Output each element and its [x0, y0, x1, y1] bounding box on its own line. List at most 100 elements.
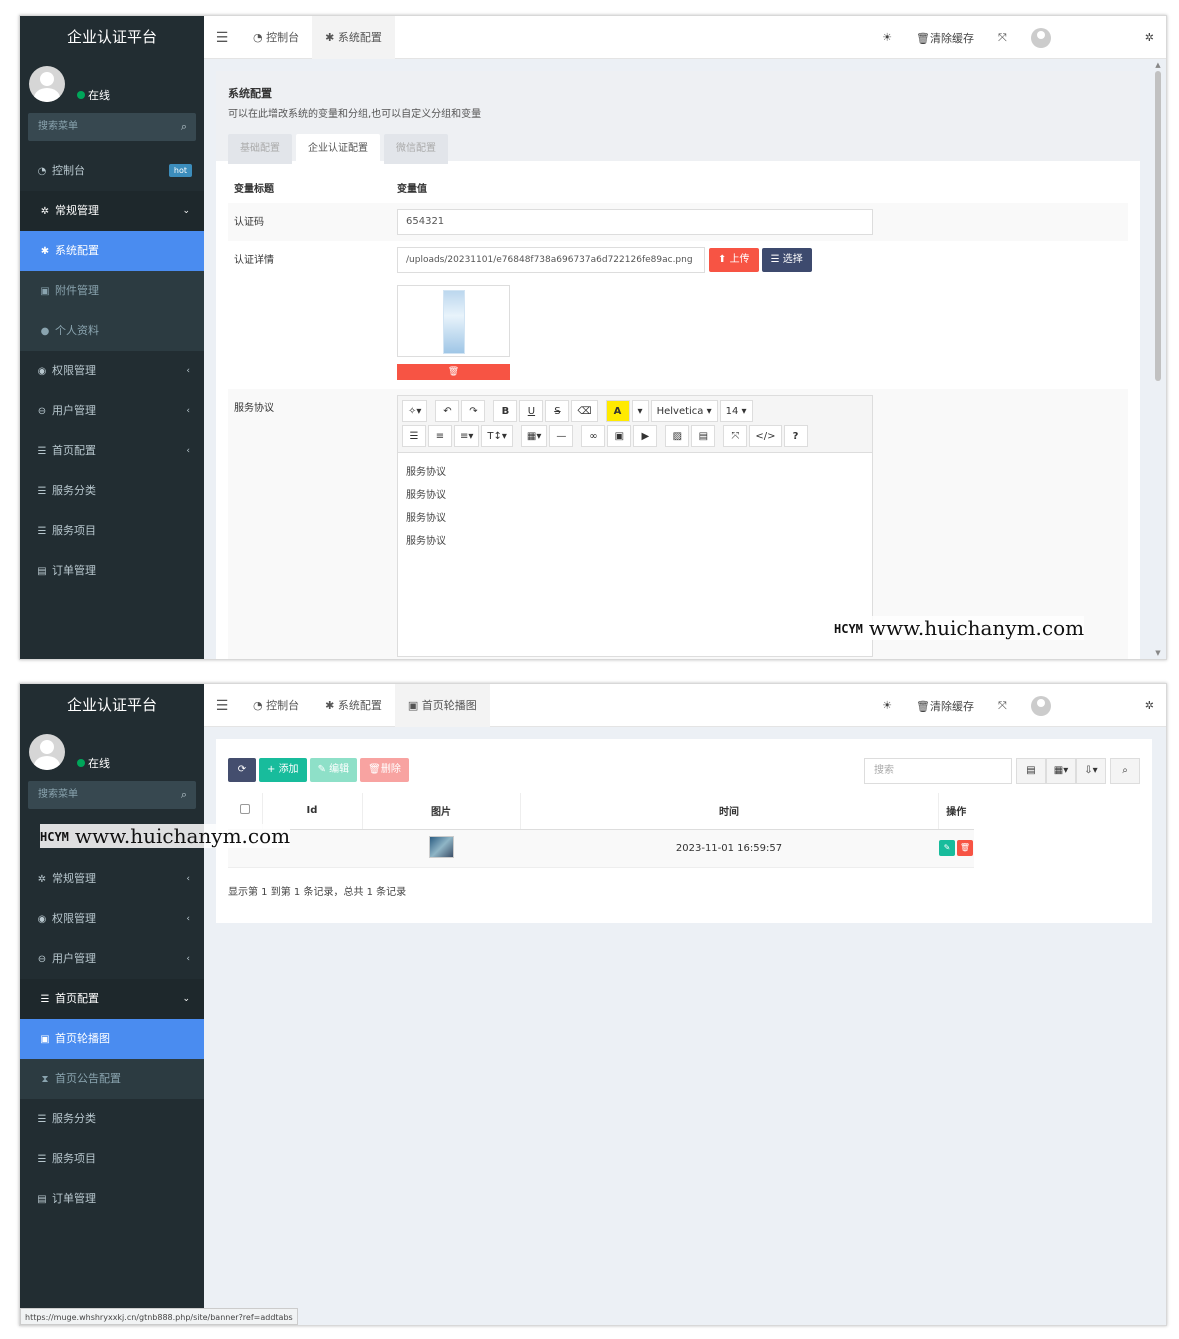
col-image[interactable]: 图片: [362, 793, 521, 830]
insert-image-icon[interactable]: ▨: [665, 425, 690, 447]
link-icon[interactable]: ∞: [581, 425, 606, 447]
code-view-icon[interactable]: </>: [749, 425, 782, 447]
topbar-avatar[interactable]: [1030, 27, 1051, 48]
tab-dashboard[interactable]: ◔ 控制台: [240, 684, 312, 727]
uploaded-thumbnail[interactable]: [397, 285, 510, 357]
sidebar-item-orders[interactable]: ▤ 订单管理: [20, 1179, 204, 1219]
sidebar-item-system-config[interactable]: ✱ 系统配置: [20, 231, 204, 271]
chevron-left-icon: ‹: [186, 954, 190, 964]
font-color-icon[interactable]: A: [605, 400, 630, 422]
columns-icon[interactable]: ▦▾: [1046, 758, 1076, 784]
screenshot-banner-list: 企业认证平台 在线 搜索菜单 ⌕ ✲ 常规管理 ‹ ◉ 权限管理 ‹ ⊖ 用户管理 ‹ ☰ 首页…: [19, 683, 1167, 1326]
tab-home-banner[interactable]: ▣ 首页轮播图: [394, 684, 490, 727]
sidebar-search-input[interactable]: 搜索菜单 ⌕: [28, 113, 196, 141]
sidebar-item-general[interactable]: ✲ 常规管理 ‹: [20, 859, 204, 899]
search-icon[interactable]: ⌕: [1110, 758, 1140, 784]
horizontal-rule-icon[interactable]: —: [549, 425, 574, 447]
fullscreen-icon[interactable]: ⤧: [986, 699, 1019, 713]
sidebar-item-dashboard[interactable]: ◔ 控制台 hot: [20, 151, 204, 191]
brand-logo[interactable]: 企业认证平台: [20, 16, 204, 59]
clear-cache-button[interactable]: 🗑清除缓存: [904, 698, 986, 714]
table-icon[interactable]: ▦▾: [520, 425, 548, 447]
magic-wand-icon[interactable]: ✧▾: [402, 400, 428, 422]
row-edit-button[interactable]: ✎: [939, 840, 955, 856]
table-search-input[interactable]: 搜索: [864, 758, 1012, 784]
tab-enterprise-config[interactable]: 企业认证配置: [296, 134, 380, 164]
fullscreen-icon[interactable]: ⤧: [723, 425, 748, 447]
eraser-icon[interactable]: ⌫: [571, 400, 598, 422]
search-icon[interactable]: ⌕: [181, 781, 187, 809]
sidebar-item-service-items[interactable]: ☰ 服务项目: [20, 511, 204, 551]
trash-icon: 🗑: [916, 31, 930, 45]
undo-icon[interactable]: ↶: [435, 400, 460, 422]
sidebar-toggle-icon[interactable]: ☰: [204, 30, 240, 46]
sidebar-item-home-config[interactable]: ☰ 首页配置 ⌄: [20, 979, 204, 1019]
sidebar-item-home-banner[interactable]: ▣ 首页轮播图: [20, 1019, 204, 1059]
sidebar-item-home-config[interactable]: ☰ 首页配置 ‹: [20, 431, 204, 471]
vertical-scrollbar[interactable]: ▲ ▼: [1154, 61, 1162, 657]
sidebar-item-orders[interactable]: ▤ 订单管理: [20, 551, 204, 591]
insert-file-icon[interactable]: ▤: [691, 425, 716, 447]
theme-sun-icon[interactable]: ☀: [870, 31, 904, 44]
theme-sun-icon[interactable]: ☀: [870, 699, 904, 712]
refresh-button[interactable]: ⟳: [228, 758, 256, 782]
video-icon[interactable]: ▶: [633, 425, 658, 447]
unordered-list-icon[interactable]: ☰: [402, 425, 426, 447]
fullscreen-icon[interactable]: ⤧: [986, 31, 1019, 45]
font-size-select[interactable]: 14 ▾: [719, 400, 753, 422]
sidebar-item-profile[interactable]: ● 个人资料: [20, 311, 204, 351]
choose-button[interactable]: ☰ 选择: [761, 248, 812, 272]
scroll-up-icon[interactable]: ▲: [1154, 61, 1162, 69]
delete-button[interactable]: 🗑删除: [360, 758, 409, 782]
redo-icon[interactable]: ↷: [461, 400, 486, 422]
strikethrough-icon[interactable]: S: [545, 400, 570, 422]
sidebar-item-service-items[interactable]: ☰ 服务项目: [20, 1139, 204, 1179]
settings-cogs-icon[interactable]: ✲: [1133, 699, 1166, 712]
image-icon[interactable]: ▣: [607, 425, 632, 447]
banner-thumbnail[interactable]: [428, 835, 454, 858]
row-delete-button[interactable]: 🗑: [957, 840, 973, 856]
upload-button[interactable]: ⬆ 上传: [709, 248, 759, 272]
sidebar-item-users[interactable]: ⊖ 用户管理 ‹: [20, 939, 204, 979]
tab-basic-config[interactable]: 基础配置: [228, 134, 292, 164]
sidebar-item-home-notice[interactable]: ⧗ 首页公告配置: [20, 1059, 204, 1099]
line-height-icon[interactable]: T↕▾: [481, 425, 513, 447]
ordered-list-icon[interactable]: ≡: [428, 425, 452, 447]
sidebar-item-attachments[interactable]: ▣ 附件管理: [20, 271, 204, 311]
sidebar-search-input[interactable]: 搜索菜单 ⌕: [28, 781, 196, 809]
settings-cogs-icon[interactable]: ✲: [1133, 31, 1166, 44]
detail-path-input[interactable]: /uploads/20231101/e76848f738a696737a6d72…: [397, 247, 705, 273]
tab-system-config[interactable]: ✱ 系统配置: [312, 16, 395, 59]
scroll-down-icon[interactable]: ▼: [1154, 649, 1162, 657]
sidebar-item-general[interactable]: ✲ 常规管理 ⌄: [20, 191, 204, 231]
tab-system-config[interactable]: ✱ 系统配置: [312, 684, 395, 727]
code-input[interactable]: 654321: [397, 209, 873, 235]
clear-cache-button[interactable]: 🗑清除缓存: [904, 30, 986, 46]
add-button[interactable]: + 添加: [259, 758, 307, 782]
sidebar-toggle-icon[interactable]: ☰: [204, 698, 240, 714]
search-icon[interactable]: ⌕: [181, 113, 187, 141]
scrollbar-thumb[interactable]: [1155, 71, 1161, 381]
toggle-view-icon[interactable]: ▤: [1016, 758, 1046, 784]
editor-body[interactable]: 服务协议 服务协议 服务协议 服务协议: [398, 453, 872, 561]
font-family-select[interactable]: Helvetica ▾: [650, 400, 718, 422]
sidebar-item-permissions[interactable]: ◉ 权限管理 ‹: [20, 351, 204, 391]
topbar-avatar[interactable]: [1030, 695, 1051, 716]
align-icon[interactable]: ≡▾: [454, 425, 480, 447]
sidebar-item-service-category[interactable]: ☰ 服务分类: [20, 1099, 204, 1139]
underline-icon[interactable]: U: [519, 400, 544, 422]
brand-logo[interactable]: 企业认证平台: [20, 684, 204, 727]
sidebar-item-service-category[interactable]: ☰ 服务分类: [20, 471, 204, 511]
tab-dashboard[interactable]: ◔ 控制台: [240, 16, 312, 59]
color-dropdown-icon[interactable]: ▾: [631, 400, 649, 422]
delete-image-button[interactable]: 🗑: [397, 364, 510, 380]
sidebar-item-permissions[interactable]: ◉ 权限管理 ‹: [20, 899, 204, 939]
help-icon[interactable]: ?: [783, 425, 808, 447]
bold-icon[interactable]: B: [493, 400, 518, 422]
edit-button[interactable]: ✎ 编辑: [309, 758, 358, 782]
col-time[interactable]: 时间: [520, 793, 939, 830]
select-all-checkbox[interactable]: [239, 804, 250, 815]
export-icon[interactable]: ⇩▾: [1076, 758, 1106, 784]
tab-wechat-config[interactable]: 微信配置: [384, 134, 448, 164]
sidebar-item-users[interactable]: ⊖ 用户管理 ‹: [20, 391, 204, 431]
